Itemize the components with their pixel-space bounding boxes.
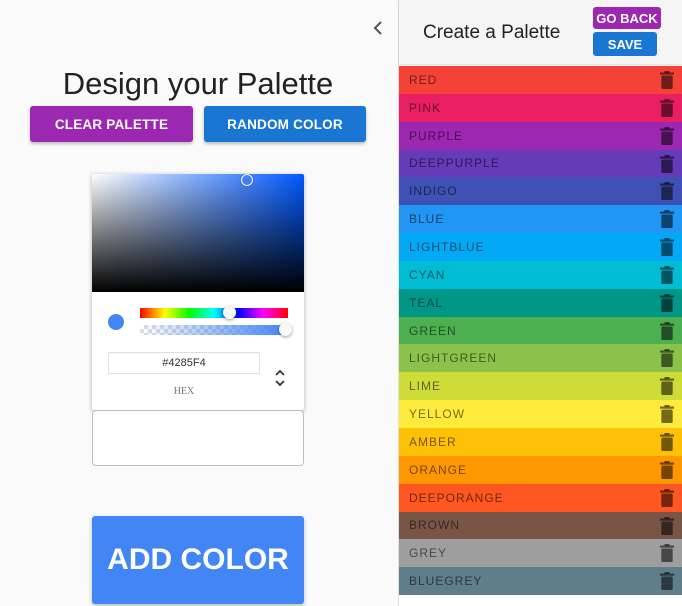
palette-color-row[interactable]: PURPLE [399,121,682,150]
palette-color-name: BROWN [409,518,460,533]
palette-color-name: BLUE [409,212,445,227]
palette-color-name: AMBER [409,434,457,449]
alpha-slider-handle[interactable] [279,323,292,336]
palette-color-name: PINK [409,100,442,115]
palette-color-row[interactable]: GREY [399,539,682,568]
trash-icon[interactable] [660,71,674,89]
trash-icon[interactable] [660,460,674,479]
palette-color-row[interactable]: CYAN [399,260,682,289]
save-button[interactable]: SAVE [593,32,657,56]
hue-slider-handle[interactable] [223,306,236,319]
palette-color-row[interactable]: TEAL [399,288,682,317]
hue-slider[interactable] [140,308,288,318]
trash-icon[interactable] [660,238,674,257]
trash-icon[interactable] [660,182,674,201]
palette-color-name: DEEPPURPLE [409,156,500,171]
trash-icon[interactable] [660,377,674,396]
palette-color-name: DEEPORANGE [409,490,504,505]
trash-icon[interactable] [660,516,674,535]
palette-color-name: INDIGO [409,184,458,199]
palette-color-name: RED [409,72,438,87]
palette-color-row[interactable]: DEEPPURPLE [399,149,682,178]
palette-color-name: LIME [409,379,442,394]
palette-color-name: LIGHTGREEN [409,351,498,366]
palette-color-row[interactable]: BLUEGREY [399,567,682,596]
trash-icon[interactable] [660,321,674,340]
palette-creator-app: Design your Palette CLEAR PALETTE RANDOM… [0,0,682,606]
saturation-cursor[interactable] [241,174,253,186]
palette-color-row[interactable]: YELLOW [399,400,682,428]
palette-color-name: GREY [409,546,448,561]
clear-palette-button[interactable]: CLEAR PALETTE [30,106,193,142]
color-name-input[interactable] [92,410,304,466]
palette-color-row[interactable]: LIGHTGREEN [399,344,682,373]
palette-color-row[interactable]: ORANGE [399,455,682,484]
palette-color-name: LIGHTBLUE [409,239,485,254]
palette-color-name: ORANGE [409,462,468,477]
palette-color-name: GREEN [409,323,457,338]
palette-color-row[interactable]: RED [399,66,682,94]
trash-icon[interactable] [660,572,674,591]
palette-color-row[interactable]: BROWN [399,511,682,540]
palette-color-name: BLUEGREY [409,574,483,589]
random-color-button[interactable]: RANDOM COLOR [204,106,366,142]
trash-icon[interactable] [660,544,674,563]
add-color-button[interactable]: ADD COLOR [92,516,304,604]
palette-color-list: RED PINK PURPLE DEEPPURPLE INDIGO BLUE LIGHTBL… [399,66,682,596]
trash-icon[interactable] [660,405,674,424]
palette-color-name: PURPLE [409,128,464,143]
palette-color-row[interactable]: LIME [399,372,682,401]
palette-designer-panel: Design your Palette CLEAR PALETTE RANDOM… [0,0,398,606]
palette-color-name: CYAN [409,267,446,282]
trash-icon[interactable] [660,154,674,173]
palette-color-name: TEAL [409,295,444,310]
sidebar-title: Create a Palette [423,22,561,43]
go-back-button[interactable]: GO BACK [593,7,661,29]
page-title: Design your Palette [62,66,334,101]
trash-icon[interactable] [660,488,674,507]
trash-icon[interactable] [660,349,674,368]
format-toggle-icon[interactable] [270,366,290,390]
current-color-swatch [108,314,124,330]
palette-color-row[interactable]: PINK [399,93,682,122]
color-picker: HEX [92,174,304,410]
palette-sidebar: Create a Palette GO BACK SAVE RED PINK PUR… [398,0,682,606]
trash-icon[interactable] [660,98,674,117]
palette-color-row[interactable]: BLUE [399,205,682,234]
hex-label: HEX [173,386,195,397]
trash-icon[interactable] [660,293,674,312]
hex-input[interactable] [108,352,260,374]
chevron-left-icon[interactable] [369,21,387,41]
sidebar-header: Create a Palette GO BACK SAVE [399,0,682,64]
trash-icon[interactable] [660,210,674,229]
palette-color-row[interactable]: AMBER [399,427,682,456]
palette-color-row[interactable]: INDIGO [399,177,682,206]
saturation-area[interactable] [92,174,304,292]
palette-color-name: YELLOW [409,407,466,422]
trash-icon[interactable] [660,432,674,451]
palette-color-row[interactable]: DEEPORANGE [399,483,682,512]
trash-icon[interactable] [660,265,674,284]
trash-icon[interactable] [660,126,674,145]
palette-color-row[interactable]: GREEN [399,316,682,345]
alpha-slider[interactable] [140,325,288,335]
palette-color-row[interactable]: LIGHTBLUE [399,233,682,261]
